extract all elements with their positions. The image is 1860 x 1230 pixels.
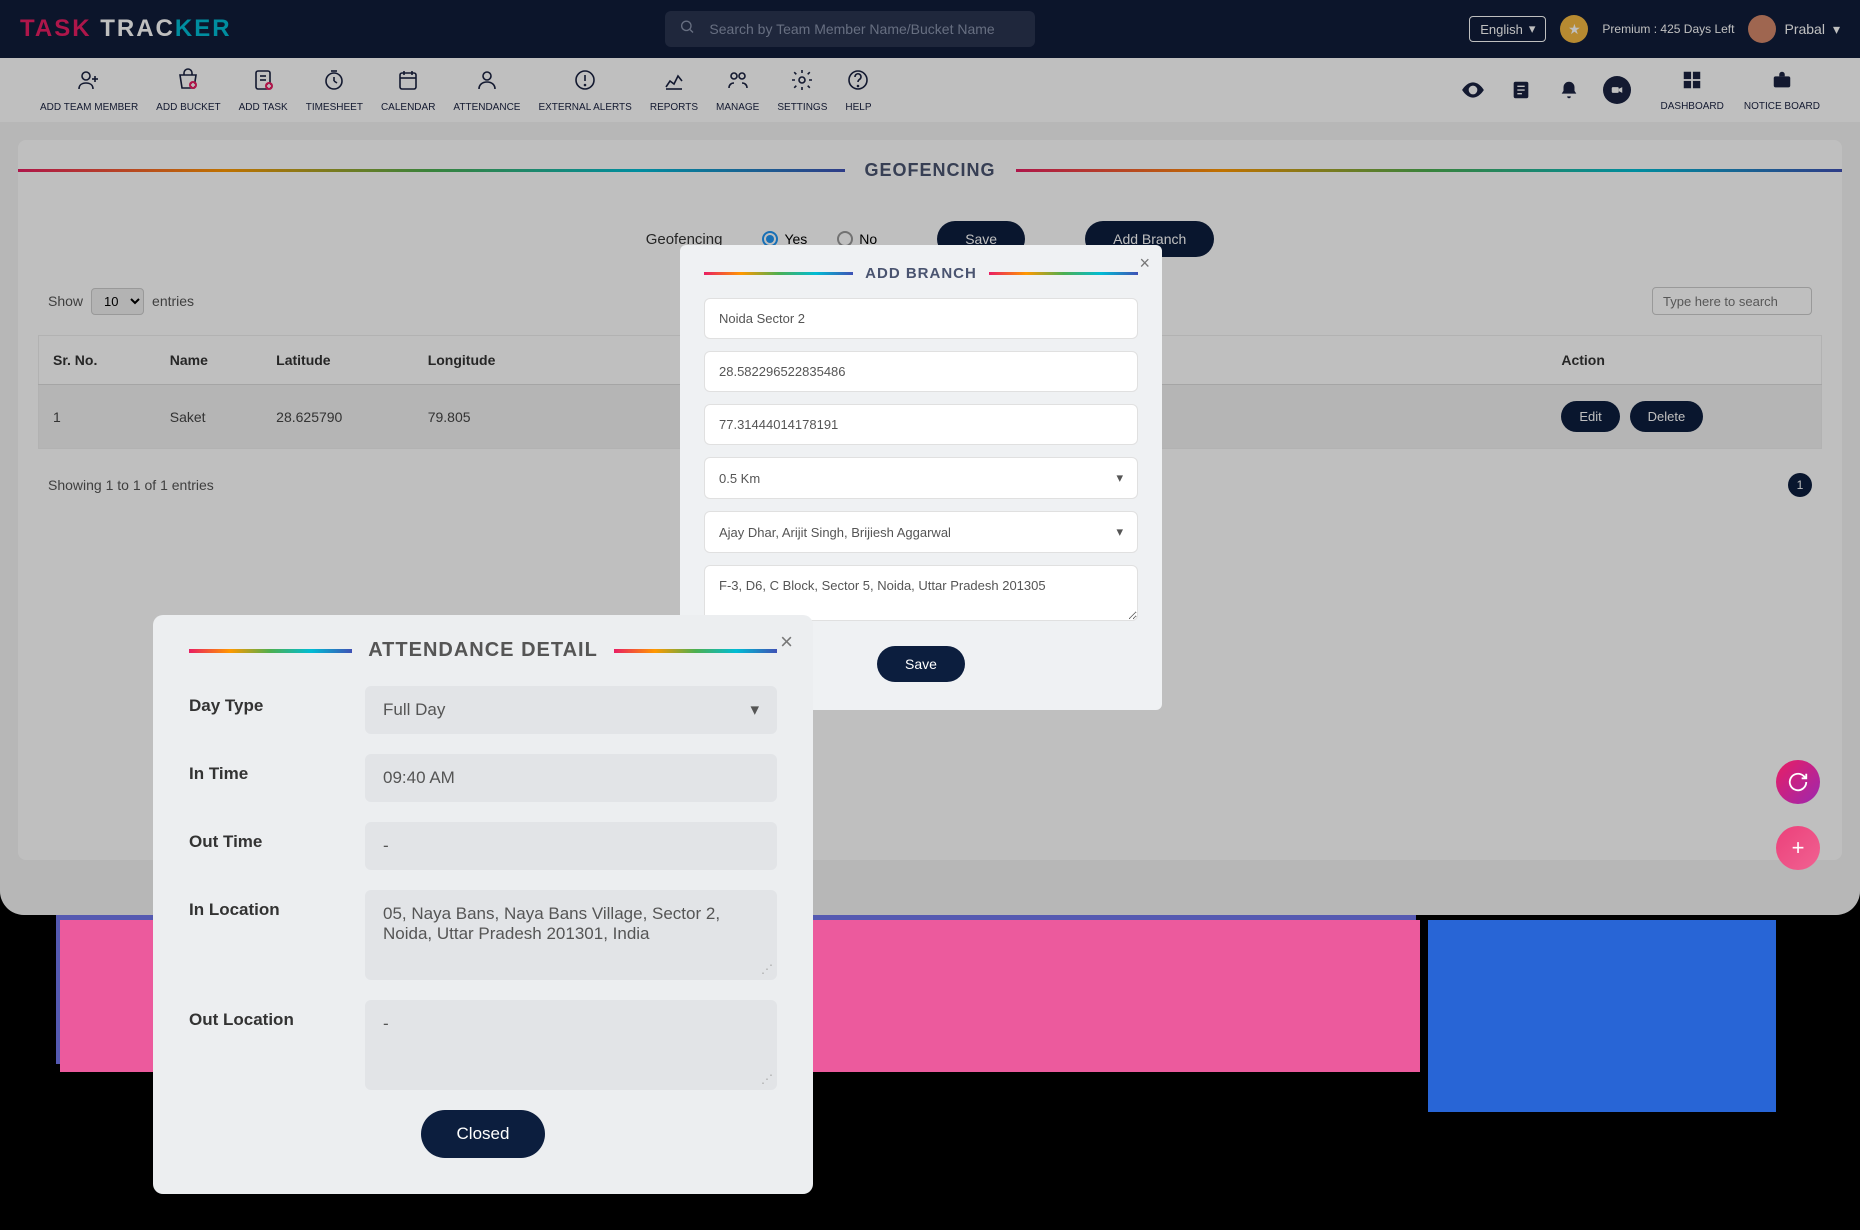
attendance-detail-modal: × ATTENDANCE DETAIL Day Type Full Day ▾ … (153, 615, 813, 1194)
modal-title: ADD BRANCH (853, 265, 989, 282)
in-time-value: 09:40 AM (365, 754, 777, 802)
day-type-select[interactable]: Full Day ▾ (365, 686, 777, 734)
branch-members-select[interactable]: Ajay Dhar, Arijit Singh, Brijiesh Aggarw… (704, 511, 1138, 553)
gradient-divider (614, 649, 777, 653)
close-icon[interactable]: × (1139, 253, 1150, 274)
branch-lng-input[interactable] (704, 404, 1138, 445)
modal-save-button[interactable]: Save (877, 646, 965, 682)
close-icon[interactable]: × (780, 629, 793, 655)
resize-handle-icon[interactable]: ⋰ (761, 962, 773, 976)
in-location-value: 05, Naya Bans, Naya Bans Village, Sector… (365, 890, 777, 980)
resize-handle-icon[interactable]: ⋰ (761, 1072, 773, 1086)
in-location-label: In Location (189, 890, 365, 920)
out-time-value: - (365, 822, 777, 870)
out-time-label: Out Time (189, 822, 365, 852)
branch-lat-input[interactable] (704, 351, 1138, 392)
gradient-divider (989, 272, 1138, 275)
in-time-label: In Time (189, 754, 365, 784)
chevron-down-icon: ▾ (1116, 470, 1123, 486)
decorative-blue-block (1428, 920, 1776, 1112)
chevron-down-icon: ▾ (1116, 524, 1123, 540)
out-location-value: - ⋰ (365, 1000, 777, 1090)
branch-address-textarea[interactable]: F-3, D6, C Block, Sector 5, Noida, Uttar… (704, 565, 1138, 621)
fab-add[interactable]: + (1776, 826, 1820, 870)
day-type-label: Day Type (189, 686, 365, 716)
fab-refresh[interactable] (1776, 760, 1820, 804)
closed-button[interactable]: Closed (421, 1110, 546, 1158)
branch-radius-select[interactable]: 0.5 Km ▾ (704, 457, 1138, 499)
out-location-label: Out Location (189, 1000, 365, 1030)
chevron-down-icon: ▾ (750, 700, 759, 720)
branch-name-input[interactable] (704, 298, 1138, 339)
modal-title: ATTENDANCE DETAIL (352, 639, 614, 662)
gradient-divider (704, 272, 853, 275)
gradient-divider (189, 649, 352, 653)
